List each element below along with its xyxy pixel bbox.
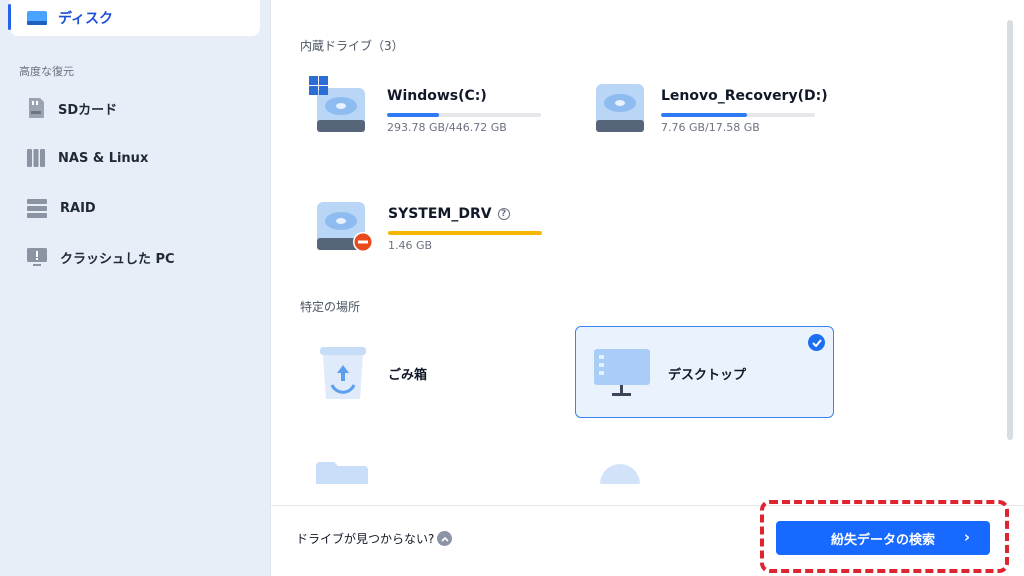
drive-card-windows[interactable]: Windows(C:) 293.78 GB/446.72 GB [307, 76, 541, 136]
drive-card-system-drv[interactable]: SYSTEM_DRV? 1.46 GB [307, 194, 542, 256]
help-icon[interactable]: ? [497, 208, 510, 220]
specific-locations-heading: 特定の場所 [300, 300, 361, 314]
raid-icon [27, 199, 47, 218]
drive-not-found-link[interactable]: ドライブが見つからない? [296, 530, 453, 547]
drive-usage-bar [387, 113, 541, 117]
sidebar-item-crashed-pc[interactable]: クラッシュした PC [26, 242, 175, 272]
location-desktop[interactable]: デスクトップ [575, 326, 834, 418]
windows-drive-icon [309, 76, 365, 132]
location-icon [600, 464, 640, 484]
drive-usage-text: 293.78 GB/446.72 GB [387, 121, 507, 134]
drive-card-lenovo-recovery[interactable]: Lenovo_Recovery(D:) 7.76 GB/17.58 GB [586, 76, 828, 136]
desktop-monitor-icon [594, 349, 650, 396]
drive-not-found-text: ドライブが見つからない? [296, 532, 435, 546]
location-recycle-bin[interactable]: ごみ箱 [318, 345, 427, 401]
sidebar-item-nas-linux[interactable]: NAS & Linux [26, 143, 148, 173]
location-desktop-content: デスクトップ [592, 347, 746, 399]
checkmark-icon [808, 334, 825, 351]
search-lost-data-button[interactable]: 紛失データの検索 › [776, 521, 990, 555]
drive-name: SYSTEM_DRV [388, 206, 492, 222]
search-button-label: 紛失データの検索 [830, 532, 935, 548]
chevron-up-icon [437, 531, 453, 546]
sidebar: ディスク 高度な復元 SDカード NAS & Linux RAID クラッシュし… [0, 0, 270, 576]
disk-icon [27, 11, 47, 25]
drive-usage-text: 7.76 GB/17.58 GB [661, 121, 760, 134]
drive-name-row: SYSTEM_DRV? [388, 206, 542, 222]
location-label: デスクトップ [668, 367, 747, 383]
sidebar-item-label: RAID [60, 200, 96, 216]
location-label: ごみ箱 [388, 367, 428, 383]
internal-drives-heading: 内蔵ドライブ（3） [300, 39, 404, 53]
crashed-pc-icon [27, 248, 47, 266]
drive-usage-bar [661, 113, 815, 117]
drive-name: Windows(C:) [387, 88, 487, 104]
recycle-bin-icon [320, 347, 366, 399]
drive-usage-text: 1.46 GB [388, 239, 433, 252]
chevron-right-icon: › [963, 528, 970, 546]
sidebar-item-label: クラッシュした PC [60, 251, 175, 267]
drive-name: Lenovo_Recovery(D:) [661, 88, 828, 104]
active-indicator [8, 4, 11, 30]
hard-drive-warning-icon [317, 202, 373, 252]
drive-usage-bar [388, 231, 542, 235]
sidebar-item-label: ディスク [58, 11, 114, 27]
sidebar-item-label: SDカード [58, 102, 118, 118]
sd-card-icon [29, 98, 44, 118]
folder-icon [316, 462, 368, 484]
sidebar-item-raid[interactable]: RAID [26, 193, 96, 223]
sidebar-item-disk[interactable]: ディスク [8, 0, 260, 36]
hard-drive-icon [596, 84, 644, 132]
scrollbar[interactable] [1007, 20, 1013, 440]
sidebar-item-label: NAS & Linux [58, 150, 149, 166]
advanced-recovery-heading: 高度な復元 [19, 65, 74, 78]
sidebar-item-sd-card[interactable]: SDカード [26, 93, 117, 123]
nas-icon [27, 149, 45, 167]
